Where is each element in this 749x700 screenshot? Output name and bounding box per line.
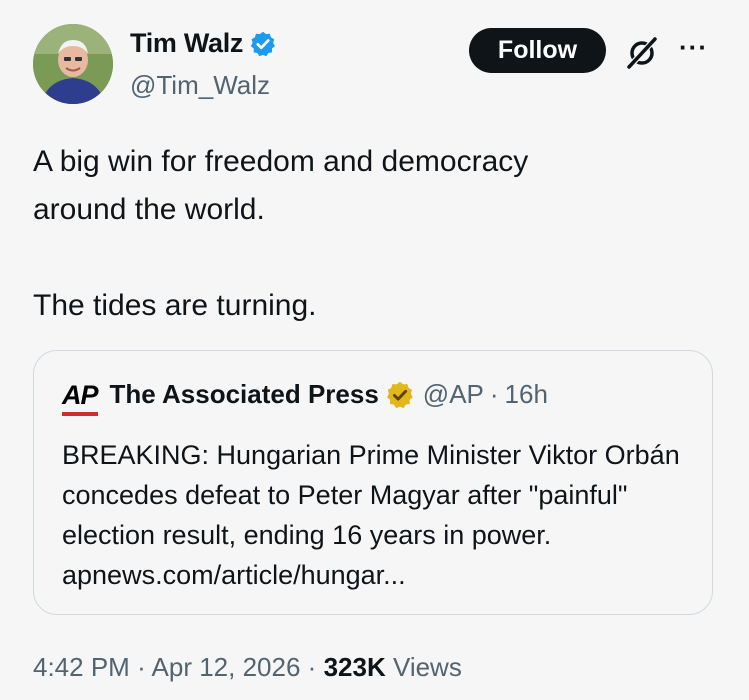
author-handle[interactable]: @Tim_Walz (130, 70, 270, 101)
post-time[interactable]: 4:42 PM (33, 652, 130, 682)
footer-separator: · (307, 652, 317, 682)
more-icon[interactable]: ··· (679, 32, 708, 63)
views-count: 323K (323, 652, 386, 682)
grok-icon[interactable] (625, 36, 659, 70)
tweet-header: Tim Walz @Tim_Walz Follow ··· (33, 22, 719, 112)
quoted-age: 16h (504, 379, 548, 409)
post-date[interactable]: Apr 12, 2026 (152, 652, 301, 682)
tweet-footer: 4:42 PM · Apr 12, 2026 · 323K Views (33, 652, 462, 683)
quoted-tweet[interactable]: AP The Associated Press @AP · 16h BREAKI… (33, 350, 713, 615)
quoted-tweet-header: AP The Associated Press @AP · 16h (62, 379, 548, 416)
verified-badge-icon (250, 31, 276, 56)
author-name-row: Tim Walz (130, 28, 277, 59)
quoted-display-name: The Associated Press (109, 379, 379, 409)
quoted-tweet-text: BREAKING: Hungarian Prime Minister Vikto… (62, 440, 680, 590)
ap-logo-text: AP (62, 379, 99, 410)
footer-separator: · (137, 652, 146, 682)
display-name[interactable]: Tim Walz (130, 28, 243, 59)
gold-verified-badge-icon (386, 381, 413, 408)
follow-button[interactable]: Follow (469, 28, 606, 73)
avatar[interactable] (33, 24, 113, 104)
tweet-text: A big win for freedom and democracy arou… (33, 145, 529, 322)
quoted-separator: · (489, 379, 499, 409)
quoted-handle: @AP (422, 379, 484, 409)
ap-logo-underline (62, 411, 98, 416)
ap-logo: AP (62, 379, 99, 416)
views-label: Views (392, 652, 462, 682)
